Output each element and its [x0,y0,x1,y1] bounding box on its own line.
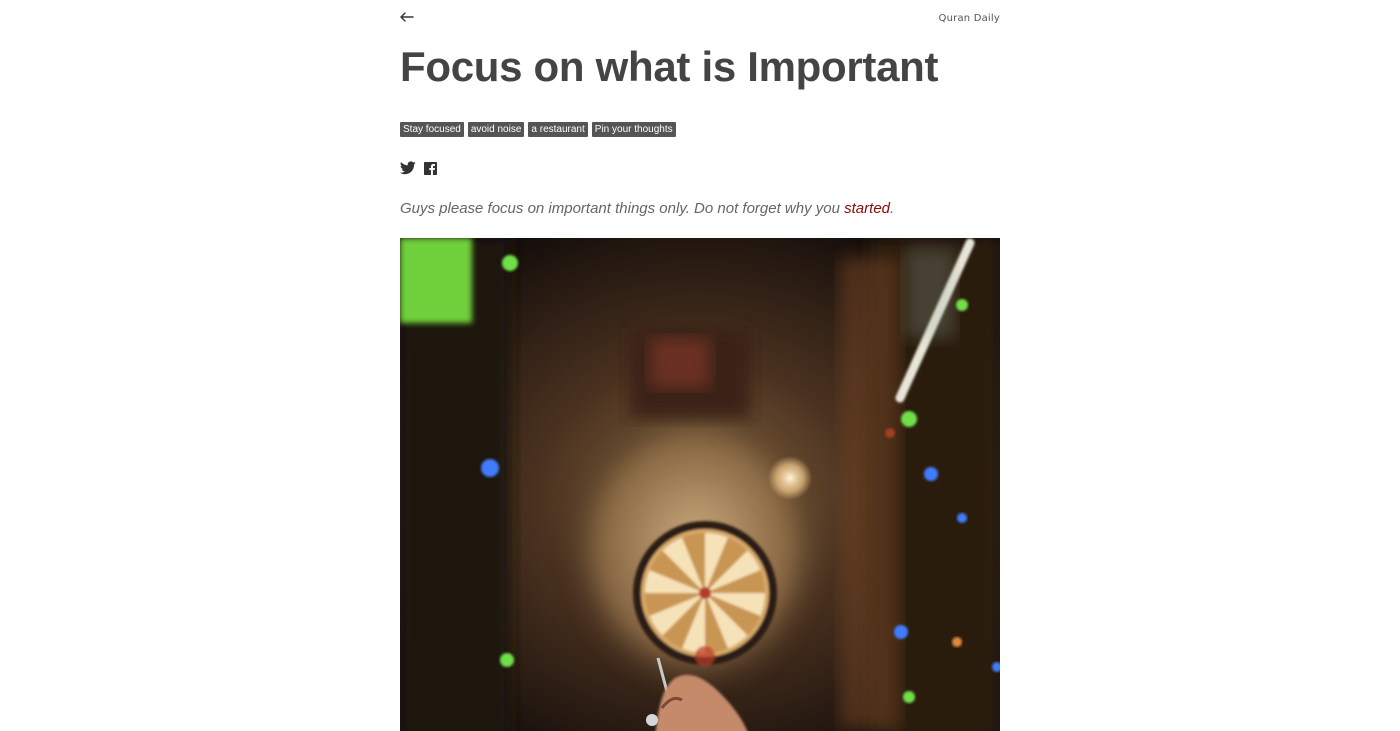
share-buttons [400,160,1000,176]
site-name-link[interactable]: Quran Daily [939,13,1000,24]
article-page: Quran Daily Focus on what is Important S… [400,0,1000,731]
twitter-share-button[interactable] [400,161,416,175]
tag-a-restaurant[interactable]: a restaurant [528,122,588,137]
tag-stay-focused[interactable]: Stay focused [400,122,464,137]
dartboard-photo [400,238,1000,731]
twitter-icon [400,161,416,175]
dartboard [633,521,777,666]
hero-image [400,238,1000,731]
lead-link-started[interactable]: started [844,200,890,217]
page-title: Focus on what is Important [400,43,939,90]
arrow-left-icon [400,12,414,22]
lead-end: . [890,200,895,217]
lead-paragraph: Guys please focus on important things on… [400,198,1000,220]
facebook-share-button[interactable] [424,161,437,175]
tag-avoid-noise[interactable]: avoid noise [467,122,525,137]
top-bar: Quran Daily [400,0,1000,38]
tag-pin-your-thoughts[interactable]: Pin your thoughts [591,122,676,137]
facebook-icon [424,161,437,175]
tag-list: Stay focused avoid noise a restaurant Pi… [400,122,1000,137]
back-button[interactable] [400,8,416,28]
lead-text: Guys please focus on important things on… [400,200,845,217]
